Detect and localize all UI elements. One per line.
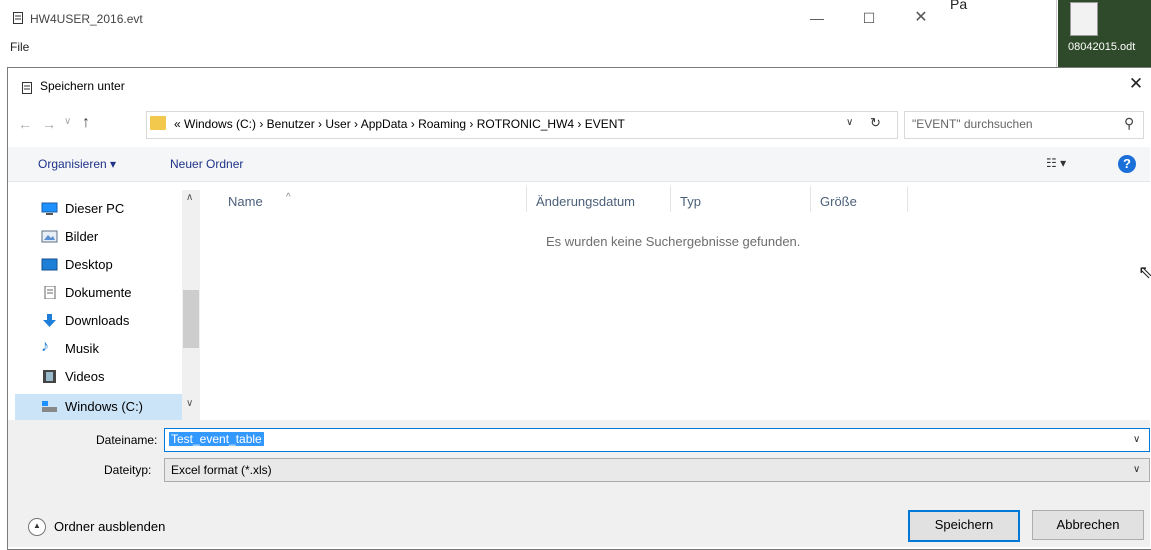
dialog-title: Speichern unter <box>40 79 125 93</box>
sidebar-item-musik[interactable]: ♪ Musik <box>15 336 185 362</box>
column-header-type[interactable]: Typ <box>680 194 701 209</box>
breadcrumb[interactable]: « Windows (C:) › Benutzer › User › AppDa… <box>174 117 625 131</box>
documents-icon <box>41 285 58 300</box>
sidebar-item-label: Downloads <box>65 313 130 328</box>
sidebar-item-label: Desktop <box>65 257 113 272</box>
sidebar-item-label: Videos <box>65 369 105 384</box>
scroll-up-icon[interactable]: ∧ <box>186 192 193 203</box>
cancel-button[interactable]: Abbrechen <box>1032 510 1144 540</box>
folder-icon <box>150 116 166 130</box>
chevron-down-icon[interactable]: ∨ <box>64 116 71 127</box>
filename-input[interactable] <box>164 428 1150 452</box>
downloads-icon <box>41 314 58 327</box>
spreadsheet-cell-text: Pa <box>950 0 968 12</box>
chevron-down-icon[interactable]: ∨ <box>1133 464 1140 475</box>
sidebar-item-label: Windows (C:) <box>65 399 144 414</box>
organize-button[interactable]: Organisieren ▾ <box>38 157 116 171</box>
refresh-icon[interactable]: ↻ <box>870 115 881 131</box>
document-icon <box>22 82 32 94</box>
collapse-up-icon[interactable]: ▲ <box>28 518 46 536</box>
desktop-icon <box>41 258 58 271</box>
videos-icon <box>41 370 58 383</box>
sort-indicator-icon: ^ <box>286 192 291 203</box>
scroll-thumb[interactable] <box>183 290 199 348</box>
mouse-cursor-icon: ⇖ <box>1138 262 1151 282</box>
filetype-label: Dateityp: <box>104 463 152 477</box>
hide-folders-button[interactable]: Ordner ausblenden <box>54 519 165 534</box>
sidebar-item-label: Dieser PC <box>65 201 125 216</box>
file-menu[interactable]: File <box>10 40 29 54</box>
sidebar-item-windows-c[interactable]: Windows (C:) <box>15 394 185 420</box>
sidebar-item-downloads[interactable]: Downloads <box>15 308 185 334</box>
dialog-close-button[interactable]: ✕ <box>1124 72 1148 96</box>
forward-arrow-icon[interactable]: → <box>42 116 56 132</box>
up-arrow-icon[interactable]: ↑ <box>82 114 90 132</box>
column-header-date[interactable]: Änderungsdatum <box>536 194 635 209</box>
music-icon: ♪ <box>41 338 49 355</box>
help-icon[interactable]: ? <box>1118 155 1136 173</box>
filename-label: Dateiname: <box>96 433 158 447</box>
column-header-name[interactable]: Name <box>228 194 263 209</box>
chevron-down-icon[interactable]: ∨ <box>846 117 853 128</box>
sidebar-item-desktop[interactable]: Desktop <box>15 252 185 278</box>
sidebar-item-dieser-pc[interactable]: Dieser PC <box>15 196 185 222</box>
sidebar-item-label: Bilder <box>65 229 99 244</box>
close-button[interactable]: ✕ <box>904 6 938 30</box>
chevron-down-icon[interactable]: ∨ <box>1133 434 1140 445</box>
pictures-icon <box>41 230 58 243</box>
sidebar-item-label: Musik <box>65 341 99 356</box>
search-icon[interactable]: ⚲ <box>1124 115 1134 132</box>
background-window-title: HW4USER_2016.evt <box>30 12 143 26</box>
document-icon <box>13 12 23 24</box>
sidebar-item-label: Dokumente <box>65 285 132 300</box>
sidebar-item-videos[interactable]: Videos <box>15 364 185 390</box>
sidebar-item-bilder[interactable]: Bilder <box>15 224 185 250</box>
filetype-select[interactable] <box>164 458 1150 482</box>
sidebar-item-dokumente[interactable]: Dokumente <box>15 280 185 306</box>
column-separator[interactable] <box>810 186 811 212</box>
column-separator[interactable] <box>526 186 527 212</box>
desktop-file-label: 08042015.odt <box>1068 41 1136 53</box>
search-placeholder: "EVENT" durchsuchen <box>912 117 1033 131</box>
new-folder-button[interactable]: Neuer Ordner <box>170 157 243 171</box>
filename-value[interactable]: Test_event_table <box>169 432 264 446</box>
column-header-size[interactable]: Größe <box>820 194 857 209</box>
view-options-icon[interactable]: ☷ ▾ <box>1046 156 1066 170</box>
back-arrow-icon[interactable]: ← <box>18 116 32 132</box>
maximize-button[interactable]: ☐ <box>852 6 886 30</box>
column-separator[interactable] <box>670 186 671 212</box>
scroll-down-icon[interactable]: ∨ <box>186 398 193 409</box>
minimize-button[interactable]: — <box>800 6 834 30</box>
empty-results-message: Es wurden keine Suchergebnisse gefunden. <box>546 234 801 249</box>
save-button[interactable]: Speichern <box>908 510 1020 542</box>
desktop-file-icon[interactable] <box>1058 0 1151 70</box>
column-separator[interactable] <box>907 186 908 212</box>
pc-icon <box>41 202 58 215</box>
drive-icon <box>41 400 58 413</box>
filetype-value[interactable]: Excel format (*.xls) <box>171 463 272 477</box>
